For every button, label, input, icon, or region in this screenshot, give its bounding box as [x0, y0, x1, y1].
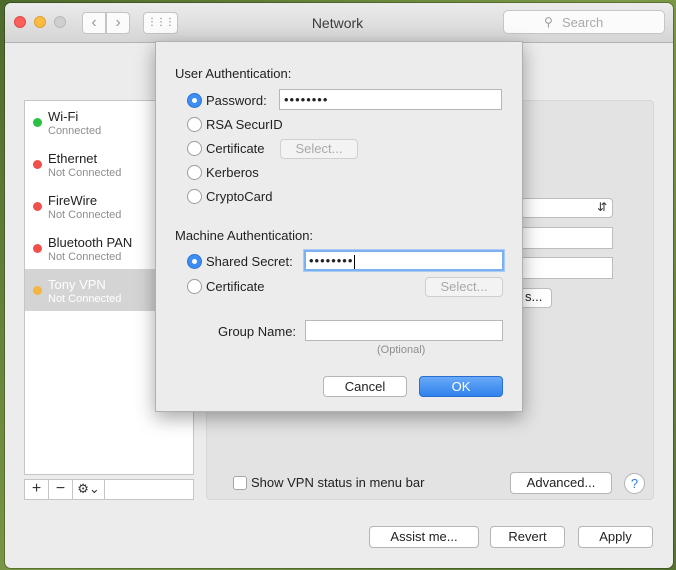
- show-all-grid-button[interactable]: ⋮⋮⋮: [143, 12, 178, 34]
- ok-button[interactable]: OK: [419, 376, 503, 397]
- machine-certificate-select-button[interactable]: Select...: [425, 277, 503, 297]
- server-address-field[interactable]: [520, 227, 613, 249]
- shared-secret-value: ••••••••: [309, 253, 354, 268]
- shared-secret-field[interactable]: ••••••••: [304, 250, 504, 271]
- service-status: Connected: [48, 125, 102, 137]
- minimize-window-button[interactable]: [34, 16, 46, 28]
- help-button[interactable]: ?: [624, 473, 645, 494]
- cancel-button[interactable]: Cancel: [323, 376, 407, 397]
- shared-secret-radio[interactable]: [187, 254, 202, 269]
- forward-button[interactable]: ›: [106, 12, 130, 34]
- service-name: Bluetooth PAN: [48, 235, 133, 250]
- user-auth-heading: User Authentication:: [175, 66, 292, 81]
- group-name-label: Group Name:: [218, 324, 297, 339]
- service-name: FireWire: [48, 193, 98, 208]
- network-preferences-window: ‹ › ⋮⋮⋮ Network ⚲ Search Wi-Fi Connected…: [5, 3, 673, 568]
- certificate-label: Certificate: [206, 141, 265, 156]
- service-status: Not Connected: [48, 209, 122, 221]
- kerberos-radio[interactable]: [187, 165, 202, 180]
- status-dot-icon: [33, 244, 42, 253]
- cryptocard-radio[interactable]: [187, 189, 202, 204]
- kerberos-label: Kerberos: [206, 165, 259, 180]
- status-dot-icon: [33, 202, 42, 211]
- service-list-toolbar: + − ⚙︎⌄: [24, 479, 194, 500]
- configuration-popup[interactable]: ⇵: [520, 198, 613, 218]
- search-field[interactable]: ⚲ Search: [503, 10, 665, 34]
- close-window-button[interactable]: [14, 16, 26, 28]
- apply-button[interactable]: Apply: [578, 526, 653, 548]
- status-dot-icon: [33, 118, 42, 127]
- search-icon: ⚲: [544, 15, 553, 29]
- advanced-button[interactable]: Advanced...: [510, 472, 612, 494]
- password-label: Password:: [206, 93, 267, 108]
- group-name-hint: (Optional): [377, 344, 426, 356]
- text-caret: [354, 254, 356, 269]
- assist-me-button[interactable]: Assist me...: [369, 526, 479, 548]
- authentication-settings-button[interactable]: s...: [520, 288, 552, 308]
- group-name-field[interactable]: [305, 320, 503, 341]
- add-service-button[interactable]: +: [25, 480, 49, 499]
- cryptocard-label: CryptoCard: [206, 189, 273, 204]
- zoom-window-button[interactable]: [54, 16, 66, 28]
- rsa-securid-label: RSA SecurID: [206, 117, 283, 132]
- show-vpn-status-checkbox[interactable]: [233, 476, 247, 490]
- status-dot-icon: [33, 286, 42, 295]
- service-status: Not Connected: [48, 293, 122, 305]
- machine-certificate-label: Certificate: [206, 279, 265, 294]
- machine-certificate-radio[interactable]: [187, 279, 202, 294]
- status-dot-icon: [33, 160, 42, 169]
- show-vpn-status-label: Show VPN status in menu bar: [251, 475, 425, 490]
- service-name: Tony VPN: [48, 277, 106, 292]
- service-status: Not Connected: [48, 251, 122, 263]
- authentication-settings-sheet: User Authentication: Password: •••••••• …: [155, 41, 523, 412]
- certificate-select-button[interactable]: Select...: [280, 139, 358, 159]
- password-radio[interactable]: [187, 93, 202, 108]
- chevron-updown-icon: ⇵: [596, 200, 607, 214]
- search-placeholder: Search: [562, 15, 604, 30]
- certificate-radio[interactable]: [187, 141, 202, 156]
- account-name-field[interactable]: [520, 257, 613, 279]
- machine-auth-heading: Machine Authentication:: [175, 228, 314, 243]
- service-name: Ethernet: [48, 151, 98, 166]
- gear-icon[interactable]: ⚙︎⌄: [73, 480, 105, 499]
- rsa-securid-radio[interactable]: [187, 117, 202, 132]
- shared-secret-label: Shared Secret:: [206, 254, 293, 269]
- back-button[interactable]: ‹: [82, 12, 106, 34]
- service-name: Wi-Fi: [48, 109, 79, 124]
- window-title: Network: [311, 15, 364, 31]
- title-bar: ‹ › ⋮⋮⋮ Network ⚲ Search: [5, 3, 673, 43]
- password-field[interactable]: ••••••••: [279, 89, 502, 110]
- revert-button[interactable]: Revert: [490, 526, 565, 548]
- remove-service-button[interactable]: −: [49, 480, 73, 499]
- service-status: Not Connected: [48, 167, 122, 179]
